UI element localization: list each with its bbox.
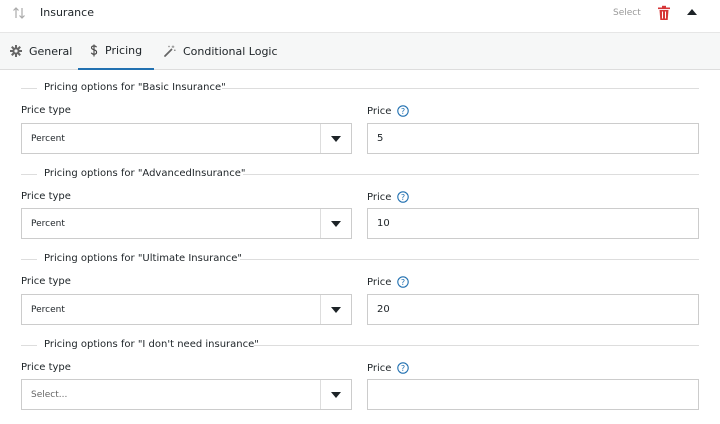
- section-legend: Pricing options for "I don't need insura…: [44, 339, 259, 350]
- price-type-label: Price type: [21, 276, 71, 287]
- select-separator: [320, 380, 321, 409]
- price-type-select[interactable]: Select...: [21, 379, 352, 410]
- trash-icon[interactable]: [657, 5, 671, 21]
- section-legend: Pricing options for "Basic Insurance": [44, 82, 226, 93]
- price-type-label: Price type: [21, 105, 71, 116]
- section-legend: Pricing options for "Ultimate Insurance": [44, 253, 243, 264]
- tab-pricing-label: Pricing: [105, 44, 143, 57]
- select-separator: [320, 295, 321, 324]
- legend-divider: [21, 88, 37, 89]
- tab-pricing[interactable]: Pricing: [78, 33, 155, 70]
- chevron-down-icon: [331, 136, 341, 142]
- svg-text:?: ?: [401, 364, 405, 373]
- price-label: Price ?: [367, 191, 410, 203]
- legend-divider: [254, 345, 699, 346]
- magic-wand-icon: [164, 45, 176, 57]
- select-link[interactable]: Select: [613, 8, 641, 18]
- help-icon[interactable]: ?: [397, 362, 410, 374]
- select-separator: [320, 209, 321, 238]
- price-type-value: Percent: [31, 219, 65, 229]
- caret-up-icon[interactable]: [687, 9, 697, 15]
- price-label-text: Price: [367, 105, 392, 117]
- price-type-value: Select...: [31, 390, 68, 400]
- price-type-label: Price type: [21, 362, 71, 373]
- price-type-value: Percent: [31, 305, 65, 315]
- select-separator: [320, 124, 321, 153]
- legend-divider: [240, 259, 699, 260]
- price-label: Price ?: [367, 105, 410, 117]
- tab-general-label: General: [29, 44, 73, 58]
- chevron-down-icon: [331, 392, 341, 398]
- price-input[interactable]: [367, 294, 699, 325]
- price-input[interactable]: [367, 123, 699, 154]
- legend-divider: [21, 259, 37, 260]
- price-label-text: Price: [367, 362, 392, 374]
- legend-divider: [21, 174, 37, 175]
- help-icon[interactable]: ?: [397, 105, 410, 117]
- price-type-select[interactable]: Percent: [21, 123, 352, 154]
- dollar-icon: [90, 44, 98, 57]
- option-header: Insurance Select: [0, 0, 720, 33]
- help-icon[interactable]: ?: [397, 276, 410, 288]
- gear-icon: [10, 45, 22, 57]
- price-type-select[interactable]: Percent: [21, 294, 352, 325]
- price-type-value: Percent: [31, 134, 65, 144]
- price-input[interactable]: [367, 208, 699, 239]
- price-input[interactable]: [367, 379, 699, 410]
- svg-text:?: ?: [401, 193, 405, 202]
- chevron-down-icon: [331, 307, 341, 313]
- price-label-text: Price: [367, 276, 392, 288]
- tab-general[interactable]: General: [10, 33, 72, 69]
- price-label-text: Price: [367, 191, 392, 203]
- tab-conditional-logic[interactable]: Conditional Logic: [163, 33, 278, 69]
- price-label: Price ?: [367, 276, 410, 288]
- legend-divider: [243, 174, 699, 175]
- option-title: Insurance: [40, 6, 94, 19]
- tab-conditional-logic-label: Conditional Logic: [183, 44, 278, 58]
- help-icon[interactable]: ?: [397, 191, 410, 203]
- section-legend: Pricing options for "AdvancedInsurance": [44, 168, 246, 179]
- price-type-select[interactable]: Percent: [21, 208, 352, 239]
- price-label: Price ?: [367, 362, 410, 374]
- sort-arrows-icon[interactable]: [12, 6, 26, 20]
- svg-text:?: ?: [401, 278, 405, 287]
- svg-text:?: ?: [401, 107, 405, 116]
- legend-divider: [222, 88, 699, 89]
- legend-divider: [21, 345, 37, 346]
- chevron-down-icon: [331, 221, 341, 227]
- price-type-label: Price type: [21, 191, 71, 202]
- tab-bar: General Pricing Conditional Logic: [0, 33, 720, 70]
